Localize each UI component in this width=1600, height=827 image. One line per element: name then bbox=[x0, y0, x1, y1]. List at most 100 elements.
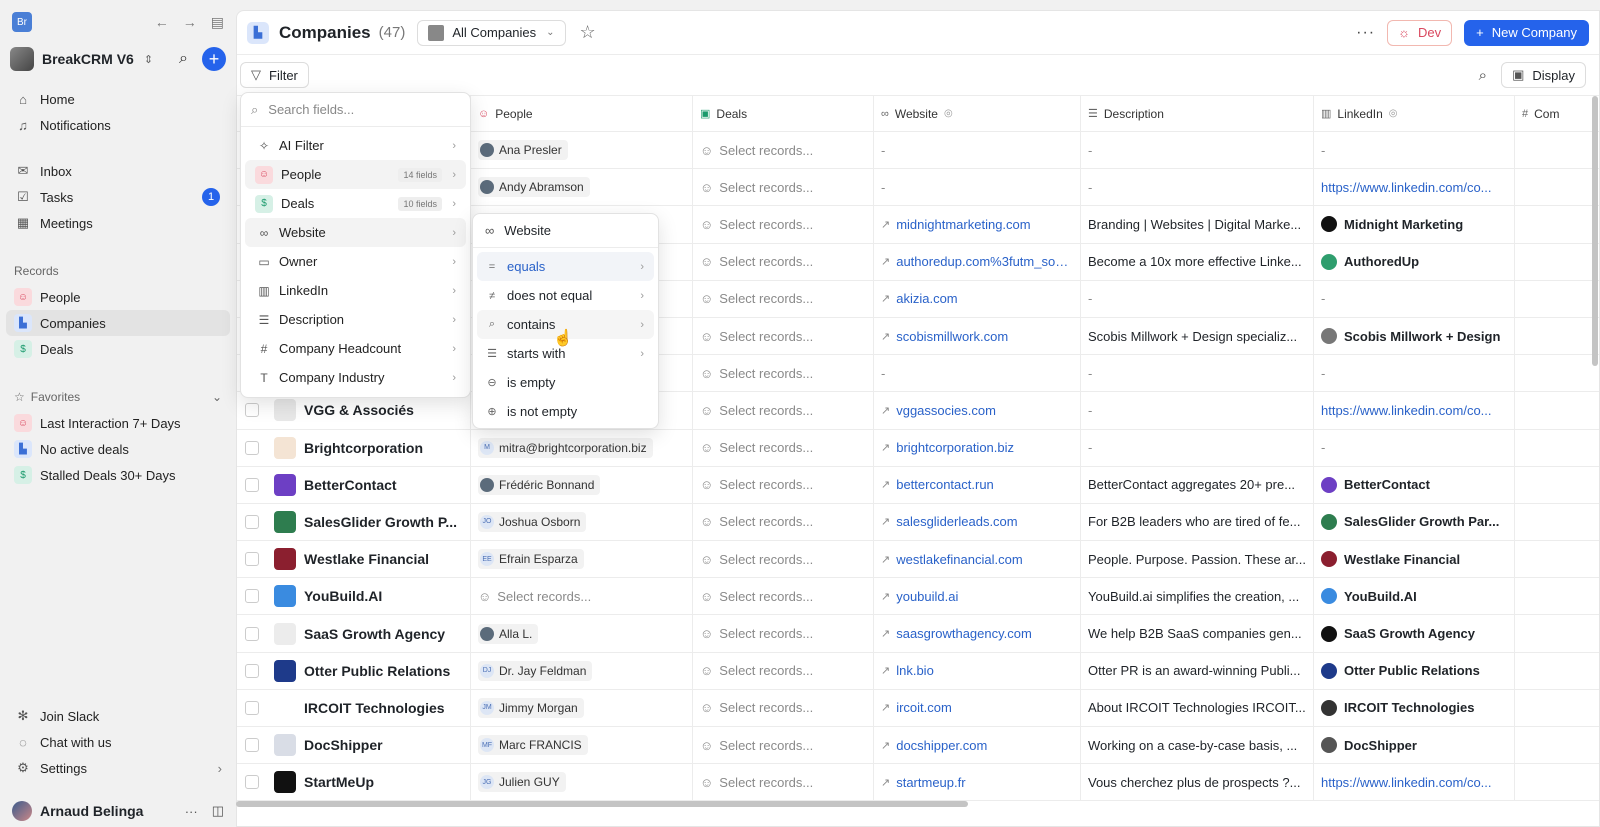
deals-cell[interactable]: ☺ Select records... bbox=[693, 503, 874, 541]
column-description[interactable]: ☰ Description bbox=[1081, 96, 1314, 131]
website-link[interactable]: midnightmarketing.com bbox=[896, 217, 1030, 232]
field-search-input[interactable]: ⌕ Search fields... bbox=[241, 93, 470, 127]
website-cell[interactable]: ↗ saasgrowthagency.com bbox=[874, 615, 1081, 652]
website-link[interactable]: salesgliderleads.com bbox=[896, 514, 1017, 529]
people-cell[interactable]: Frédéric Bonnand bbox=[471, 466, 693, 503]
linkedin-cell[interactable]: - bbox=[1314, 429, 1515, 466]
website-cell[interactable]: ↗ lnk.bio bbox=[874, 652, 1081, 689]
row-checkbox[interactable] bbox=[245, 700, 259, 715]
view-selector[interactable]: All Companies ⌄ bbox=[417, 19, 566, 46]
people-cell[interactable]: Mmitra@brightcorporation.biz bbox=[471, 429, 693, 466]
deals-cell[interactable]: ☺ Select records... bbox=[693, 429, 874, 466]
people-cell[interactable]: MF Marc FRANCIS bbox=[471, 727, 693, 764]
linkedin-cell[interactable]: https://www.linkedin.com/co... bbox=[1314, 392, 1515, 429]
company-name-cell[interactable]: Otter Public Relations bbox=[267, 652, 471, 689]
table-row[interactable]: IRCOIT Technologies JM Jimmy Morgan ☺ Select… bbox=[237, 689, 1599, 727]
row-checkbox[interactable] bbox=[245, 403, 259, 418]
linkedin-cell[interactable]: Otter Public Relations bbox=[1314, 652, 1515, 689]
description-cell[interactable]: Become a 10x more effective Linke... bbox=[1081, 243, 1314, 280]
row-checkbox[interactable] bbox=[245, 775, 259, 790]
table-row[interactable]: DocShipper MF Marc FRANCIS ☺ Select records.… bbox=[237, 727, 1599, 765]
website-cell[interactable]: - bbox=[874, 132, 1081, 169]
person-chip[interactable]: JO Joshua Osborn bbox=[478, 511, 587, 532]
row-checkbox[interactable] bbox=[245, 477, 259, 492]
filter-button[interactable]: ▽ Filter bbox=[240, 62, 309, 88]
deals-cell[interactable]: ☺ Select records... bbox=[693, 689, 874, 726]
deals-cell[interactable]: ☺ Select records... bbox=[693, 764, 874, 801]
website-cell[interactable]: ↗ bettercontact.run bbox=[874, 466, 1081, 503]
filter-field-deals[interactable]: $ Deals 10 fields › bbox=[245, 189, 466, 218]
website-cell[interactable]: ↗ vggassocies.com bbox=[874, 392, 1081, 429]
deals-cell[interactable]: ☺ Select records... bbox=[693, 169, 874, 206]
company-name-cell[interactable]: YouBuild.AI bbox=[267, 578, 471, 615]
row-checkbox[interactable] bbox=[245, 514, 259, 529]
website-cell[interactable]: ↗ docshipper.com bbox=[874, 727, 1081, 764]
dev-button[interactable]: ☼ Dev bbox=[1387, 19, 1453, 46]
com-cell[interactable] bbox=[1515, 355, 1599, 391]
company-name-cell[interactable]: Westlake Financial bbox=[267, 541, 471, 578]
deals-cell[interactable]: ☺ Select records... bbox=[693, 280, 874, 317]
com-cell[interactable] bbox=[1515, 541, 1599, 577]
deals-cell[interactable]: ☺ Select records... bbox=[693, 727, 874, 764]
description-cell[interactable]: YouBuild.ai simplifies the creation, ... bbox=[1081, 578, 1314, 615]
person-chip[interactable]: MF Marc FRANCIS bbox=[478, 735, 588, 756]
linkedin-cell[interactable]: BetterContact bbox=[1314, 466, 1515, 503]
person-chip[interactable]: JM Jimmy Morgan bbox=[478, 697, 584, 718]
workspace-switcher[interactable]: BreakCRM V6 ⇕ ⌕ + bbox=[0, 44, 236, 74]
display-button[interactable]: ▣ Display bbox=[1501, 62, 1586, 88]
table-row[interactable]: StartMeUp JG Julien GUY ☺ Select records... ↗… bbox=[237, 764, 1599, 802]
operator-is-empty[interactable]: ⊖ is empty bbox=[477, 368, 654, 397]
linkedin-link[interactable]: https://www.linkedin.com/co... bbox=[1321, 403, 1492, 418]
com-cell[interactable] bbox=[1515, 281, 1599, 317]
com-cell[interactable] bbox=[1515, 504, 1599, 540]
website-link[interactable]: authoredup.com%3futm_sou... bbox=[896, 254, 1073, 269]
people-cell[interactable]: EE Efrain Esparza bbox=[471, 541, 693, 578]
description-cell[interactable]: Branding | Websites | Digital Marke... bbox=[1081, 206, 1314, 243]
table-row[interactable]: YouBuild.AI ☺ Select records... ☺ Select rec… bbox=[237, 578, 1599, 616]
sidebar-item-join-slack[interactable]: ✻ Join Slack bbox=[6, 703, 230, 729]
deals-cell[interactable]: ☺ Select records... bbox=[693, 541, 874, 578]
filter-field-linkedin[interactable]: ▥ LinkedIn › bbox=[245, 276, 466, 305]
people-cell[interactable]: Alla L. bbox=[471, 615, 693, 652]
sidebar-item-home[interactable]: ⌂ Home bbox=[6, 86, 230, 112]
deals-cell[interactable]: ☺ Select records... bbox=[693, 392, 874, 429]
website-link[interactable]: bettercontact.run bbox=[896, 477, 994, 492]
website-link[interactable]: lnk.bio bbox=[896, 663, 934, 678]
com-cell[interactable] bbox=[1515, 392, 1599, 428]
people-cell[interactable]: Andy Abramson bbox=[471, 169, 693, 206]
website-cell[interactable]: ↗ scobismillwork.com bbox=[874, 317, 1081, 355]
linkedin-link[interactable]: https://www.linkedin.com/co... bbox=[1321, 775, 1492, 790]
com-cell[interactable] bbox=[1515, 467, 1599, 503]
website-link[interactable]: startmeup.fr bbox=[896, 775, 965, 790]
row-checkbox[interactable] bbox=[245, 626, 259, 641]
com-cell[interactable] bbox=[1515, 318, 1599, 354]
website-cell[interactable]: ↗ akizia.com bbox=[874, 280, 1081, 317]
linkedin-cell[interactable]: Westlake Financial bbox=[1314, 541, 1515, 578]
description-cell[interactable]: We help B2B SaaS companies gen... bbox=[1081, 615, 1314, 652]
website-cell[interactable]: ↗ westlakefinancial.com bbox=[874, 541, 1081, 578]
operator-is-not-empty[interactable]: ⊕ is not empty bbox=[477, 397, 654, 426]
website-link[interactable]: scobismillwork.com bbox=[896, 329, 1008, 344]
company-name-cell[interactable]: DocShipper bbox=[267, 727, 471, 764]
sidebar-item-inbox[interactable]: ✉ Inbox bbox=[6, 158, 230, 184]
description-cell[interactable]: - bbox=[1081, 429, 1314, 466]
description-cell[interactable]: - bbox=[1081, 169, 1314, 206]
operator-equals[interactable]: = equals › bbox=[477, 252, 654, 281]
company-name-cell[interactable]: BetterContact bbox=[267, 466, 471, 503]
search-icon[interactable]: ⌕ bbox=[179, 50, 188, 68]
person-chip[interactable]: JG Julien GUY bbox=[478, 772, 566, 793]
com-cell[interactable] bbox=[1515, 615, 1599, 651]
linkedin-cell[interactable]: SaaS Growth Agency bbox=[1314, 615, 1515, 652]
more-icon[interactable]: ··· bbox=[185, 804, 198, 819]
sidebar-item-tasks[interactable]: ☑ Tasks 1 bbox=[6, 184, 230, 210]
com-cell[interactable] bbox=[1515, 690, 1599, 726]
deals-cell[interactable]: ☺ Select records... bbox=[693, 615, 874, 652]
website-cell[interactable]: - bbox=[874, 355, 1081, 392]
table-row[interactable]: BetterContact Frédéric Bonnand ☺ Select rec… bbox=[237, 466, 1599, 504]
forward-arrow-icon[interactable]: → bbox=[183, 14, 197, 30]
linkedin-cell[interactable]: AuthoredUp bbox=[1314, 243, 1515, 280]
description-cell[interactable]: About IRCOIT Technologies IRCOIT... bbox=[1081, 689, 1314, 726]
row-checkbox[interactable] bbox=[245, 589, 259, 604]
website-cell[interactable]: ↗ midnightmarketing.com bbox=[874, 206, 1081, 243]
table-row[interactable]: SalesGlider Growth P... JO Joshua Osborn ☺ S… bbox=[237, 503, 1599, 542]
